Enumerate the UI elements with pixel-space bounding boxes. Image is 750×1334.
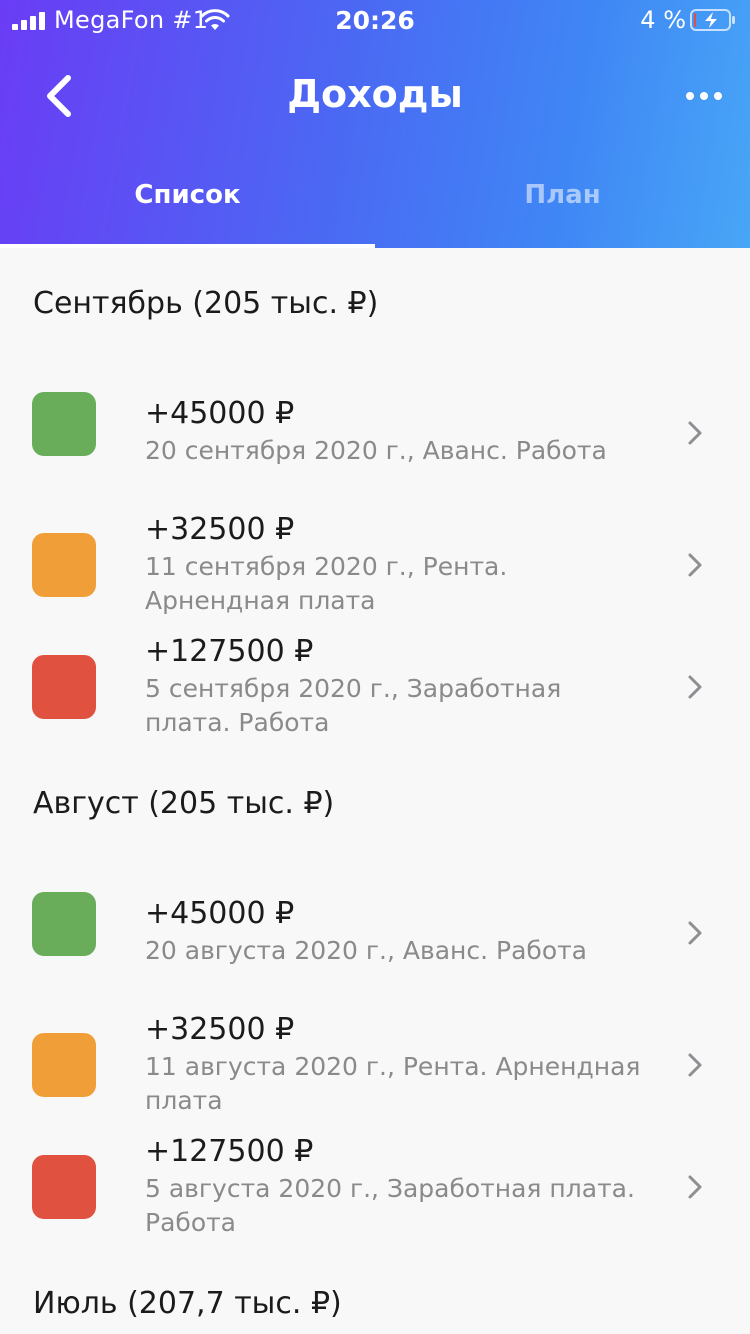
income-description: 11 сентября 2020 г., Рента. Арнендная пл… <box>145 552 508 615</box>
category-color-swatch <box>32 533 96 597</box>
chevron-right-icon <box>688 1053 702 1077</box>
income-amount: +127500 ₽ <box>145 1134 314 1169</box>
list-item[interactable]: +32500 ₽ 11 августа 2020 г., Рента. Арне… <box>0 1008 750 1118</box>
category-color-swatch <box>32 655 96 719</box>
section-title-august: Август (205 тыс. ₽) <box>33 786 335 821</box>
list-item[interactable]: +45000 ₽ 20 августа 2020 г., Аванс. Рабо… <box>0 878 750 978</box>
more-icon[interactable] <box>684 80 724 112</box>
chevron-right-icon <box>688 553 702 577</box>
chevron-right-icon <box>688 675 702 699</box>
income-description: 20 августа 2020 г., Аванс. Работа <box>145 936 587 965</box>
page-title: Доходы <box>287 72 463 116</box>
section-title-september: Сентябрь (205 тыс. ₽) <box>33 286 379 321</box>
income-amount: +45000 ₽ <box>145 396 295 431</box>
chevron-right-icon <box>688 921 702 945</box>
app-header: MegaFon #1 20:26 4 % Доходы Список План <box>0 0 750 248</box>
income-amount: +45000 ₽ <box>145 896 295 931</box>
battery-percent: 4 % <box>640 6 686 34</box>
category-color-swatch <box>32 392 96 456</box>
category-color-swatch <box>32 1155 96 1219</box>
list-item[interactable]: +127500 ₽ 5 августа 2020 г., Заработная … <box>0 1132 750 1242</box>
income-description: 5 августа 2020 г., Заработная плата. Раб… <box>145 1174 635 1237</box>
battery-charging-icon <box>690 9 735 31</box>
list-item[interactable]: +45000 ₽ 20 сентября 2020 г., Аванс. Раб… <box>0 378 750 478</box>
income-amount: +32500 ₽ <box>145 1012 295 1047</box>
list-item[interactable]: +32500 ₽ 11 сентября 2020 г., Рента. Арн… <box>0 508 750 618</box>
income-description: 11 августа 2020 г., Рента. Арнендная пла… <box>145 1052 641 1115</box>
category-color-swatch <box>32 1033 96 1097</box>
section-title-july: Июль (207,7 тыс. ₽) <box>33 1286 342 1321</box>
tab-plan[interactable]: План <box>375 180 750 210</box>
income-amount: +127500 ₽ <box>145 634 314 669</box>
tab-list[interactable]: Список <box>0 180 375 210</box>
income-description: 5 сентября 2020 г., Заработная плата. Ра… <box>145 674 562 737</box>
income-amount: +32500 ₽ <box>145 512 295 547</box>
chevron-right-icon <box>688 421 702 445</box>
list-item[interactable]: +127500 ₽ 5 сентября 2020 г., Заработная… <box>0 632 750 742</box>
clock: 20:26 <box>335 6 415 35</box>
income-description: 20 сентября 2020 г., Аванс. Работа <box>145 436 607 465</box>
chevron-right-icon <box>688 1175 702 1199</box>
status-bar: MegaFon #1 20:26 4 % <box>0 0 750 40</box>
active-tab-indicator <box>0 244 375 248</box>
category-color-swatch <box>32 892 96 956</box>
